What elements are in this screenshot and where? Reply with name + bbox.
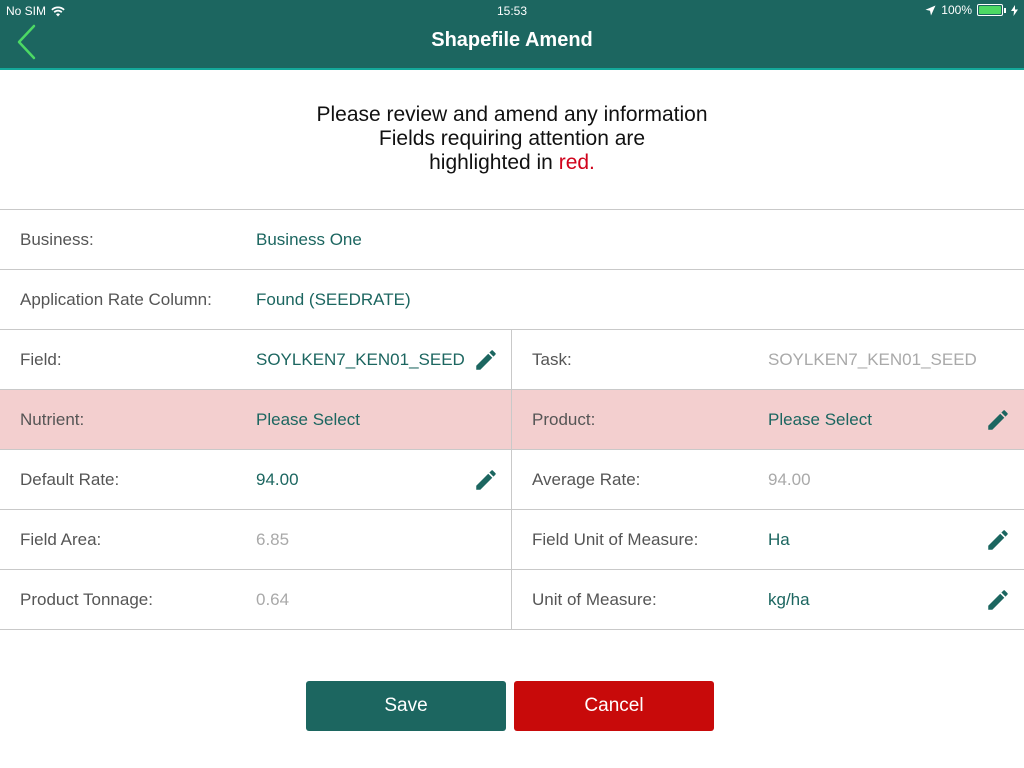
product-label: Product: (532, 410, 596, 429)
average-rate-label: Average Rate: (532, 470, 641, 489)
intro-line-3-prefix: highlighted in (429, 151, 559, 174)
intro-line-3: highlighted in red. (0, 151, 1024, 175)
row-app-rate-column: Application Rate Column: Found (SEEDRATE… (0, 270, 1024, 330)
business-cell: Business: Business One (0, 210, 1024, 269)
cancel-button[interactable]: Cancel (514, 681, 714, 731)
app-rate-column-value[interactable]: Found (SEEDRATE) (256, 290, 411, 310)
status-bar: No SIM 15:53 100% (0, 0, 1024, 22)
nutrient-value[interactable]: Please Select (256, 410, 360, 430)
battery-percent: 100% (941, 3, 972, 17)
default-rate-cell: Default Rate: 94.00 (0, 450, 512, 509)
field-uom-edit-pencil-icon[interactable] (985, 527, 1011, 553)
business-label: Business: (20, 230, 94, 249)
intro-red-word: red. (558, 151, 595, 174)
page-title: Shapefile Amend (431, 29, 593, 51)
task-value: SOYLKEN7_KEN01_SEED (768, 350, 977, 369)
field-value[interactable]: SOYLKEN7_KEN01_SEED (256, 350, 465, 370)
battery-icon (977, 4, 1003, 16)
default-rate-edit-pencil-icon[interactable] (473, 467, 499, 493)
intro-message: Please review and amend any information … (0, 103, 1024, 175)
uom-value[interactable]: kg/ha (768, 590, 810, 610)
status-time: 15:53 (496, 4, 528, 18)
field-area-label: Field Area: (20, 530, 102, 549)
average-rate-cell: Average Rate: 94.00 (512, 450, 1024, 509)
app-rate-column-cell: Application Rate Column: Found (SEEDRATE… (0, 270, 1024, 329)
field-uom-value[interactable]: Ha (768, 530, 790, 550)
field-edit-pencil-icon[interactable] (473, 347, 499, 373)
business-value[interactable]: Business One (256, 230, 362, 250)
charging-bolt-icon (1011, 4, 1018, 16)
field-cell: Field: SOYLKEN7_KEN01_SEED (0, 330, 512, 389)
product-cell[interactable]: Product: Please Select (512, 390, 1024, 449)
top-bar: No SIM 15:53 100% Shapefile Amend (0, 0, 1024, 70)
field-area-value: 6.85 (256, 530, 290, 549)
row-rates: Default Rate: 94.00 Average Rate: 94.00 (0, 450, 1024, 510)
field-label: Field: (20, 350, 62, 369)
default-rate-label: Default Rate: (20, 470, 120, 489)
task-label: Task: (532, 350, 572, 369)
status-right-group: 100% (925, 3, 1018, 17)
uom-edit-pencil-icon[interactable] (985, 587, 1011, 613)
product-tonnage-label: Product Tonnage: (20, 590, 153, 609)
product-value[interactable]: Please Select (768, 410, 872, 430)
task-cell: Task: SOYLKEN7_KEN01_SEED (512, 330, 1024, 389)
row-business: Business: Business One (0, 210, 1024, 270)
product-tonnage-value: 0.64 (256, 590, 290, 609)
product-edit-pencil-icon[interactable] (985, 407, 1011, 433)
app-rate-column-label: Application Rate Column: (20, 290, 212, 309)
default-rate-value[interactable]: 94.00 (256, 470, 299, 490)
uom-label: Unit of Measure: (532, 590, 657, 609)
save-button[interactable]: Save (306, 681, 506, 731)
nutrient-label: Nutrient: (20, 410, 85, 429)
row-area-uom: Field Area: 6.85 Field Unit of Measure: … (0, 510, 1024, 570)
row-field-task: Field: SOYLKEN7_KEN01_SEED Task: SOYLKEN… (0, 330, 1024, 390)
uom-cell: Unit of Measure: kg/ha (512, 570, 1024, 629)
row-nutrient-product: Nutrient: Please Select Product: Please … (0, 390, 1024, 450)
nutrient-cell[interactable]: Nutrient: Please Select (0, 390, 512, 449)
row-tonnage-uom: Product Tonnage: 0.64 Unit of Measure: k… (0, 570, 1024, 630)
location-arrow-icon (925, 5, 936, 15)
product-tonnage-cell: Product Tonnage: 0.64 (0, 570, 512, 629)
intro-line-2: Fields requiring attention are (378, 127, 646, 150)
field-uom-label: Field Unit of Measure: (532, 530, 699, 549)
field-area-cell: Field Area: 6.85 (0, 510, 512, 569)
intro-line-1: Please review and amend any information (316, 103, 708, 126)
amend-form: Business: Business One Application Rate … (0, 209, 1024, 630)
field-uom-cell: Field Unit of Measure: Ha (512, 510, 1024, 569)
battery-cap (1004, 7, 1006, 13)
average-rate-value: 94.00 (768, 470, 811, 489)
